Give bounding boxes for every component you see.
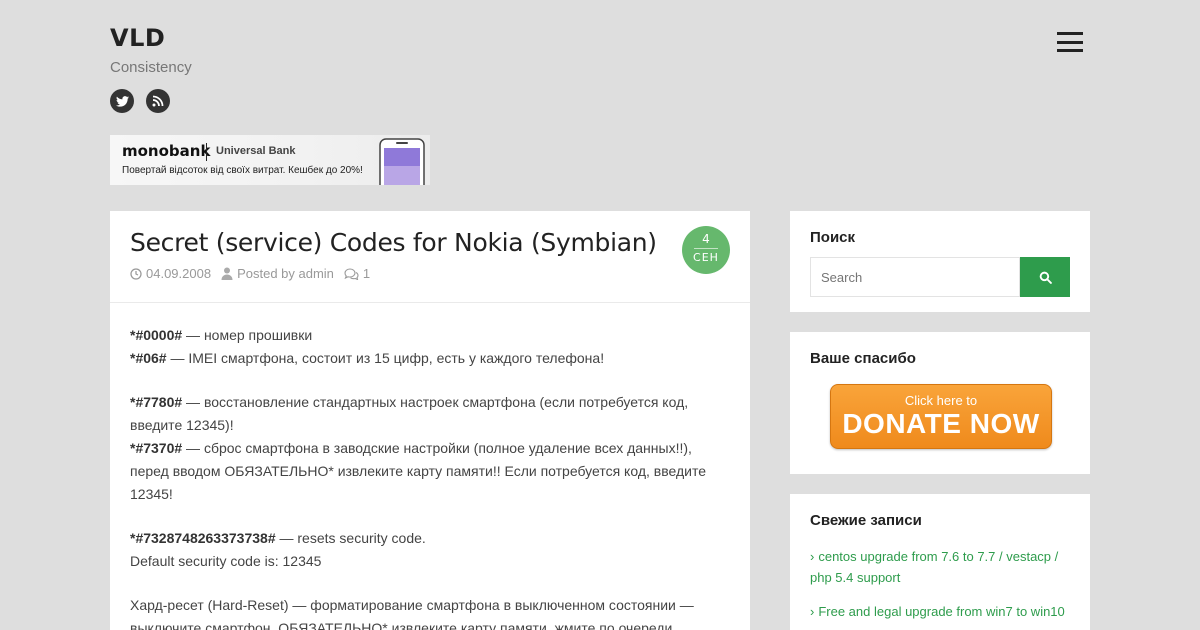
- monobank-banner[interactable]: monobank Universal Bank Повертай відсото…: [110, 135, 430, 185]
- phone-icon: [379, 138, 427, 185]
- post-paragraph: *#7780# — восстановление стандартных нас…: [130, 391, 730, 506]
- code-description: — номер прошивки: [182, 327, 313, 343]
- recent-posts-title: Свежие записи: [810, 512, 922, 529]
- search-button[interactable]: [1020, 257, 1070, 297]
- post-date-text: 04.09.2008: [146, 266, 212, 281]
- recent-post-link[interactable]: › centos upgrade from 7.6 to 7.7 / vestac…: [810, 546, 1072, 588]
- post-author[interactable]: Posted by admin: [221, 266, 334, 281]
- donate-button[interactable]: Click here to DONATE NOW: [830, 384, 1052, 449]
- donate-widget-title: Ваше спасибо: [810, 350, 916, 367]
- hamburger-icon: [1057, 32, 1083, 35]
- post-meta: 04.09.2008 Posted by admin 1: [130, 266, 370, 281]
- date-badge-divider: [694, 248, 718, 249]
- social-links: [110, 89, 170, 113]
- service-code: *#06#: [130, 350, 167, 366]
- banner-divider: [206, 143, 207, 161]
- recent-post-title: Free and legal upgrade from win7 to win1…: [818, 604, 1065, 619]
- service-code: *#7780#: [130, 394, 183, 410]
- banner-tagline: Повертай відсоток від своїх витрат. Кешб…: [122, 165, 363, 176]
- post-article: Secret (service) Codes for Nokia (Symbia…: [110, 211, 750, 630]
- search-widget-title: Поиск: [810, 229, 856, 246]
- rss-button[interactable]: [146, 89, 170, 113]
- date-badge-month: СЕН: [693, 251, 719, 264]
- site-title[interactable]: VLD: [110, 24, 165, 52]
- banner-subtitle: Universal Bank: [216, 145, 296, 157]
- post-author-text: Posted by admin: [237, 266, 334, 281]
- post-comments-count: 1: [362, 266, 371, 281]
- post-content: *#0000# — номер прошивки *#06# — IMEI см…: [110, 303, 750, 630]
- donate-button-label: DONATE NOW: [842, 408, 1040, 439]
- donate-button-small-text: Click here to: [904, 393, 978, 408]
- code-description: Default security code is: 12345: [130, 553, 322, 569]
- post-paragraph: *#7328748263373738# — resets security co…: [130, 527, 730, 573]
- rss-icon: [152, 95, 164, 107]
- search-input[interactable]: [810, 257, 1020, 297]
- comments-icon: [344, 267, 359, 280]
- code-description: — сброс смартфона в заводские настройки …: [130, 440, 706, 502]
- twitter-button[interactable]: [110, 89, 134, 113]
- post-title[interactable]: Secret (service) Codes for Nokia (Symbia…: [130, 228, 657, 257]
- post-paragraph: Хард-ресет (Hard-Reset) — форматирование…: [130, 597, 694, 630]
- banner-brand: monobank: [122, 142, 211, 160]
- menu-toggle-button[interactable]: [1057, 32, 1083, 52]
- recent-post-title: centos upgrade from 7.6 to 7.7 / vestacp…: [810, 549, 1059, 585]
- post-date[interactable]: 04.09.2008: [130, 266, 211, 281]
- hamburger-line: [1057, 49, 1083, 52]
- code-description: — восстановление стандартных настроек см…: [130, 394, 689, 433]
- site-tagline: Consistency: [110, 59, 192, 76]
- user-icon: [221, 267, 233, 280]
- recent-posts-widget: Свежие записи › centos upgrade from 7.6 t…: [790, 494, 1090, 630]
- hamburger-line: [1057, 40, 1083, 44]
- donate-widget: Ваше спасибо Click here to DONATE NOW: [790, 332, 1090, 474]
- service-code: *#7370#: [130, 440, 183, 456]
- search-widget: Поиск: [790, 211, 1090, 312]
- clock-icon: [130, 267, 142, 280]
- post-paragraph: *#0000# — номер прошивки *#06# — IMEI см…: [130, 324, 730, 370]
- code-description: — IMEI смартфона, состоит из 15 цифр, ес…: [166, 350, 605, 366]
- date-badge-day: 4: [702, 232, 710, 246]
- post-comments[interactable]: 1: [344, 266, 370, 281]
- post-header: Secret (service) Codes for Nokia (Symbia…: [110, 211, 750, 303]
- service-code: *#0000#: [130, 327, 183, 343]
- code-description: — resets security code.: [275, 530, 426, 546]
- chevron-right-icon: ›: [810, 549, 815, 564]
- date-badge: 4 СЕН: [682, 226, 730, 274]
- chevron-right-icon: ›: [810, 604, 815, 619]
- service-code: *#7328748263373738#: [130, 530, 276, 546]
- recent-post-link[interactable]: › Free and legal upgrade from win7 to win…: [810, 601, 1072, 622]
- recent-posts-list: › centos upgrade from 7.6 to 7.7 / vestac…: [810, 546, 1072, 630]
- search-icon: [1039, 271, 1052, 284]
- twitter-icon: [115, 95, 129, 107]
